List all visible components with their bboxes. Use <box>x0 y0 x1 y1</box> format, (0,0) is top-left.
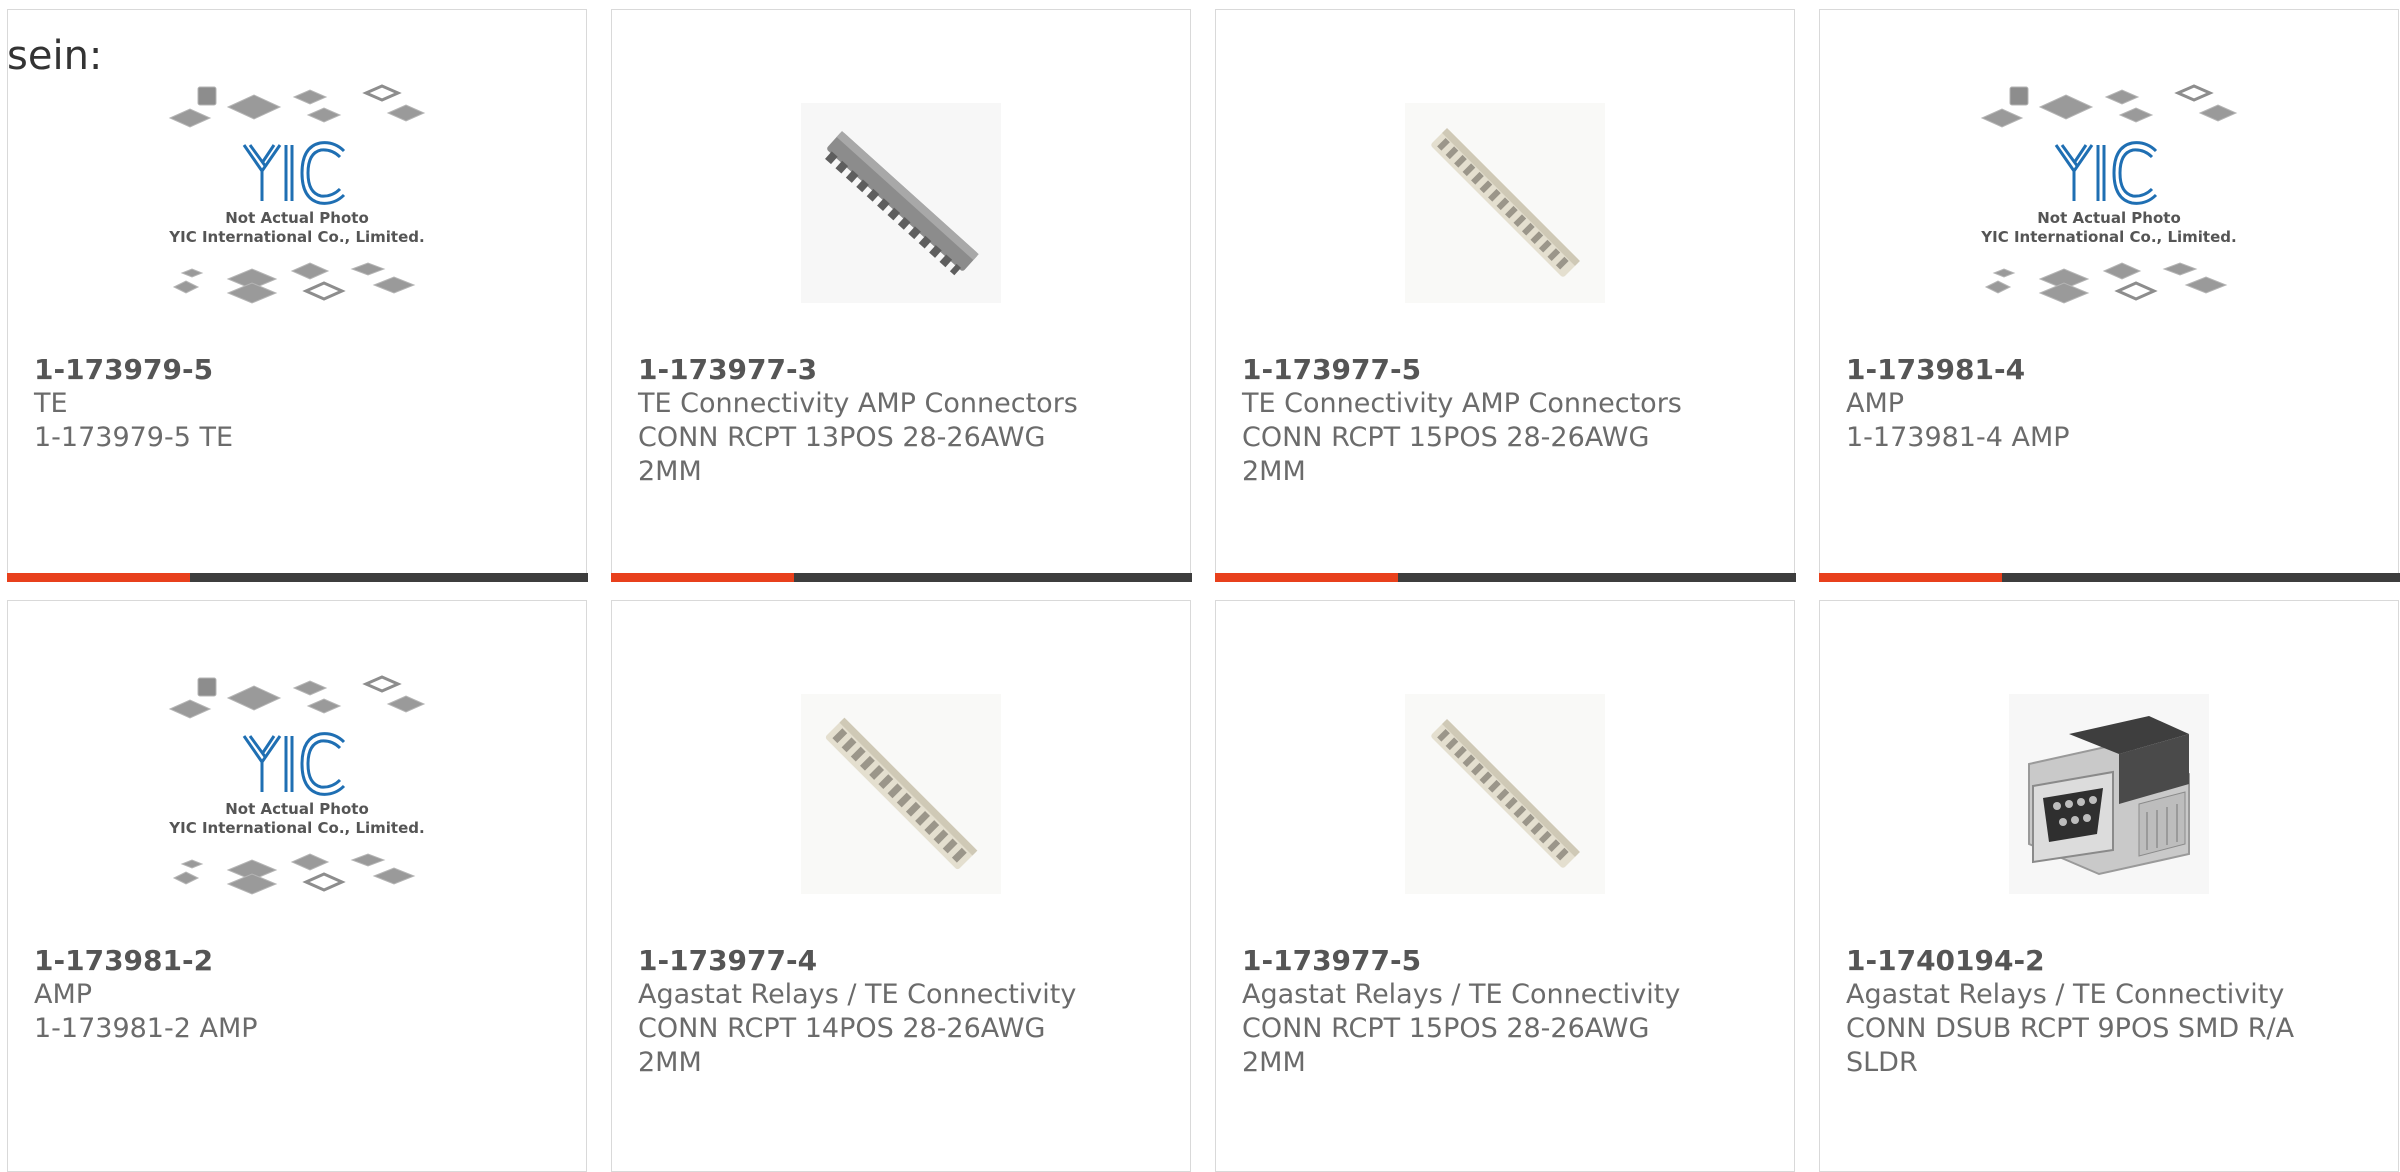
part-number[interactable]: 1-173977-5 <box>1242 352 1774 387</box>
description-cont: SLDR <box>1846 1047 1918 1078</box>
connector-strip-gray-icon <box>612 58 1190 348</box>
svg-text:Not Actual Photo: Not Actual Photo <box>225 209 369 227</box>
manufacturer: Agastat Relays / TE Connectivity <box>1846 979 2285 1010</box>
part-number[interactable]: 1-173977-5 <box>1242 943 1774 978</box>
description: 1-173981-2 AMP <box>34 1013 258 1044</box>
product-card[interactable]: 1-173977-3 TE Connectivity AMP Connector… <box>610 9 1192 582</box>
card-bottom-bar <box>610 572 1192 582</box>
description-cont: 2MM <box>638 456 702 487</box>
card-accent <box>1214 572 1398 582</box>
description: CONN RCPT 15POS 28-26AWG <box>1242 1013 1650 1044</box>
part-number[interactable]: 1-1740194-2 <box>1846 943 2378 978</box>
description: CONN RCPT 13POS 28-26AWG <box>638 422 1046 453</box>
prefix-text: sein: <box>7 33 103 79</box>
product-info: 1-173977-5 Agastat Relays / TE Connectiv… <box>1242 943 1774 1080</box>
card-accent <box>610 572 794 582</box>
card-accent <box>6 572 190 582</box>
dsub-connector-icon <box>1820 649 2398 939</box>
manufacturer: TE Connectivity AMP Connectors <box>638 388 1078 419</box>
part-number[interactable]: 1-173979-5 <box>34 352 566 387</box>
manufacturer: AMP <box>1846 388 1905 419</box>
product-info: 1-173977-4 Agastat Relays / TE Connectiv… <box>638 943 1170 1080</box>
part-number[interactable]: 1-173977-3 <box>638 352 1170 387</box>
part-number[interactable]: 1-173977-4 <box>638 943 1170 978</box>
connector-strip-beige-icon <box>1216 649 1794 939</box>
product-info: 1-173977-5 TE Connectivity AMP Connector… <box>1242 352 1774 489</box>
product-card[interactable]: 1-173977-5 Agastat Relays / TE Connectiv… <box>1215 600 1795 1172</box>
svg-text:Not Actual Photo: Not Actual Photo <box>2037 209 2181 227</box>
manufacturer: Agastat Relays / TE Connectivity <box>638 979 1077 1010</box>
description-cont: 2MM <box>1242 456 1306 487</box>
product-card[interactable]: Not Actual Photo YIC International Co., … <box>6 9 588 582</box>
product-card[interactable]: 1-173977-5 TE Connectivity AMP Connector… <box>1214 9 1796 582</box>
manufacturer: TE Connectivity AMP Connectors <box>1242 388 1682 419</box>
product-info: 1-173979-5 TE 1-173979-5 TE <box>34 352 566 455</box>
product-info: 1-1740194-2 Agastat Relays / TE Connecti… <box>1846 943 2378 1080</box>
product-info: 1-173981-2 AMP 1-173981-2 AMP <box>34 943 566 1046</box>
description: CONN RCPT 15POS 28-26AWG <box>1242 422 1650 453</box>
product-card[interactable]: 1-173977-4 Agastat Relays / TE Connectiv… <box>611 600 1191 1172</box>
part-number[interactable]: 1-173981-4 <box>1846 352 2378 387</box>
svg-text:YIC International Co., Limited: YIC International Co., Limited. <box>168 819 424 837</box>
yic-placeholder-icon: Not Actual Photo YIC International Co., … <box>1820 58 2398 348</box>
manufacturer: TE <box>34 388 68 419</box>
description: 1-173979-5 TE <box>34 422 234 453</box>
description: CONN RCPT 14POS 28-26AWG <box>638 1013 1046 1044</box>
yic-placeholder-icon: Not Actual Photo YIC International Co., … <box>8 649 586 939</box>
manufacturer: AMP <box>34 979 93 1010</box>
card-bottom-bar <box>1214 572 1796 582</box>
product-info: 1-173977-3 TE Connectivity AMP Connector… <box>638 352 1170 489</box>
card-bottom-bar <box>1818 572 2400 582</box>
product-grid: Not Actual Photo YIC International Co., … <box>0 0 2400 1172</box>
svg-text:Not Actual Photo: Not Actual Photo <box>225 800 369 818</box>
product-card[interactable]: Not Actual Photo YIC International Co., … <box>7 600 587 1172</box>
description: 1-173981-4 AMP <box>1846 422 2070 453</box>
product-info: 1-173981-4 AMP 1-173981-4 AMP <box>1846 352 2378 455</box>
product-card[interactable]: Not Actual Photo YIC International Co., … <box>1818 9 2400 582</box>
connector-strip-beige-icon <box>1216 58 1794 348</box>
svg-text:YIC International Co., Limited: YIC International Co., Limited. <box>168 228 424 246</box>
card-accent <box>1818 572 2002 582</box>
part-number[interactable]: 1-173981-2 <box>34 943 566 978</box>
yic-placeholder-icon: Not Actual Photo YIC International Co., … <box>8 58 586 348</box>
manufacturer: Agastat Relays / TE Connectivity <box>1242 979 1681 1010</box>
description-cont: 2MM <box>638 1047 702 1078</box>
description-cont: 2MM <box>1242 1047 1306 1078</box>
product-card[interactable]: 1-1740194-2 Agastat Relays / TE Connecti… <box>1819 600 2399 1172</box>
description: CONN DSUB RCPT 9POS SMD R/A <box>1846 1013 2295 1044</box>
connector-strip-beige-icon <box>612 649 1190 939</box>
card-bottom-bar <box>6 572 588 582</box>
svg-text:YIC International Co., Limited: YIC International Co., Limited. <box>1980 228 2236 246</box>
